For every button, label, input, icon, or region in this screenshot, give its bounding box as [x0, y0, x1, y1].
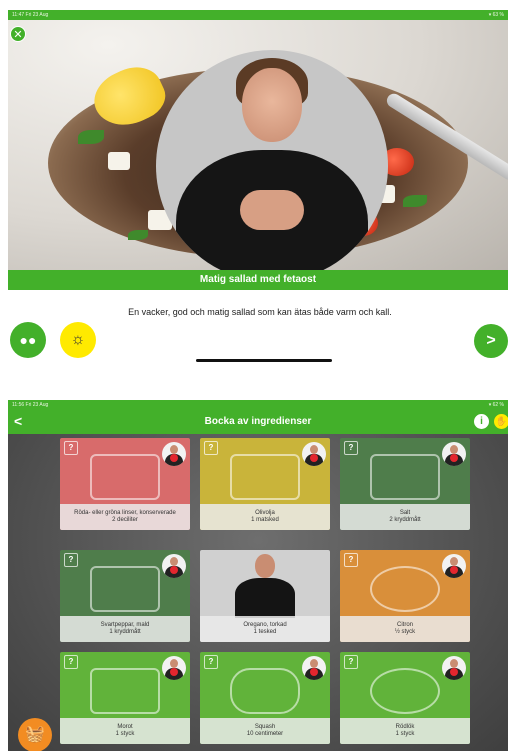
can-icon [90, 454, 160, 500]
checkbox[interactable]: ? [64, 553, 78, 567]
bottle-icon [230, 454, 300, 500]
interpreter-head [242, 68, 302, 142]
interpreter-head [255, 554, 275, 578]
ingredient-amount: 2 deciliter [112, 517, 138, 523]
ingredient-card-video[interactable]: Oregano, torkad 1 tesked [200, 550, 330, 642]
checkbox[interactable]: ? [344, 655, 358, 669]
recipe-description: En vacker, god och matig sallad som kan … [128, 307, 392, 317]
checkbox[interactable]: ? [344, 441, 358, 455]
ingredient-card[interactable]: ? Squash 10 centimeter [200, 652, 330, 744]
feta-image [108, 152, 130, 170]
ingredient-name: Citron [396, 622, 413, 628]
sign-language-icon[interactable] [162, 554, 186, 578]
sign-language-icon[interactable] [442, 554, 466, 578]
checkbox[interactable]: ? [64, 655, 78, 669]
ingredient-amount: 1 kryddmått [109, 629, 141, 635]
ingredient-amount: 1 matsked [251, 517, 279, 523]
home-indicator[interactable] [196, 359, 332, 362]
ingredient-card[interactable]: ? Röda- eller gröna linser, konserverade… [60, 438, 190, 530]
ingredient-name: Svartpeppar, mald [100, 622, 150, 628]
status-time: 11:56 Fri 23 Aug [12, 402, 49, 408]
ingredient-name: Rödlök [395, 724, 415, 730]
next-button[interactable]: > [474, 324, 508, 358]
sign-language-video[interactable] [156, 50, 388, 270]
status-battery: ▾ 62 % [488, 402, 504, 408]
sign-language-icon[interactable] [442, 442, 466, 466]
ingredient-name: Olivolja [255, 510, 275, 516]
lightbulb-icon[interactable]: ☼ [60, 322, 96, 358]
ingredient-name: Oregano, torkad [243, 622, 287, 628]
people-icon[interactable]: ●● [10, 322, 46, 358]
ingredient-card[interactable]: ? Citron ½ styck [340, 550, 470, 642]
ingredient-amount: 1 tesked [253, 629, 277, 635]
onion-icon [370, 668, 440, 714]
ingredient-name: Röda- eller gröna linser, konserverade [74, 510, 176, 516]
ingredient-name: Morot [117, 724, 133, 730]
ingredient-card[interactable]: ? Svartpeppar, mald 1 kryddmått [60, 550, 190, 642]
salt-shaker-icon [370, 454, 440, 500]
sign-language-icon[interactable] [162, 442, 186, 466]
interpreter-body [235, 578, 295, 618]
sign-language-icon[interactable] [302, 656, 326, 680]
page-title: Bocka av ingredienser [204, 416, 312, 427]
ingredient-amount: 2 kryddmått [389, 517, 421, 523]
ingredient-name: Salt [399, 510, 411, 516]
back-button[interactable]: < [14, 410, 22, 432]
zucchini-icon [230, 668, 300, 714]
ingredient-card[interactable]: ? Rödlök 1 styck [340, 652, 470, 744]
leaf-image [128, 230, 148, 240]
sign-language-icon[interactable] [162, 656, 186, 680]
basket-icon[interactable]: 🧺 [18, 718, 52, 751]
ingredient-amount: 10 centimeter [246, 731, 284, 737]
close-icon[interactable]: ✕ [10, 26, 26, 42]
help-icon[interactable]: ✋ [494, 414, 508, 429]
status-time: 11:47 Fri 23 Aug [12, 12, 49, 18]
ingredient-card[interactable]: ? Salt 2 kryddmått [340, 438, 470, 530]
status-bar: 11:47 Fri 23 Aug ▾ 63 % [8, 10, 508, 20]
carrot-icon [90, 668, 160, 714]
ingredient-name: Squash [254, 724, 276, 730]
status-bar: 11:56 Fri 23 Aug ▾ 62 % [8, 400, 508, 410]
sign-language-icon[interactable] [442, 656, 466, 680]
lemon-icon [370, 566, 440, 612]
ingredient-card[interactable]: ? Morot 1 styck [60, 652, 190, 744]
checkbox[interactable]: ? [64, 441, 78, 455]
ingredient-amount: ½ styck [394, 629, 416, 635]
checkbox[interactable]: ? [204, 655, 218, 669]
chevron-right-icon: > [486, 332, 496, 349]
recipe-photo [8, 20, 508, 270]
ingredient-amount: 1 styck [115, 731, 135, 737]
ingredients-screen: 11:56 Fri 23 Aug ▾ 62 % Bocka av ingredi… [8, 400, 508, 751]
pepper-mill-icon [90, 566, 160, 612]
leaf-image [78, 130, 104, 144]
interpreter-hands [240, 190, 304, 230]
leaf-image [403, 195, 427, 207]
ingredient-amount: 1 styck [395, 731, 415, 737]
header-bar: Bocka av ingredienser < i ✋ [8, 410, 508, 434]
sign-language-icon[interactable] [302, 442, 326, 466]
ingredient-card[interactable]: ? Olivolja 1 matsked [200, 438, 330, 530]
info-icon[interactable]: i [474, 414, 489, 429]
checkbox[interactable]: ? [204, 441, 218, 455]
checkbox[interactable]: ? [344, 553, 358, 567]
status-battery: ▾ 63 % [488, 12, 504, 18]
recipe-title: Matig sallad med fetaost [8, 270, 508, 290]
